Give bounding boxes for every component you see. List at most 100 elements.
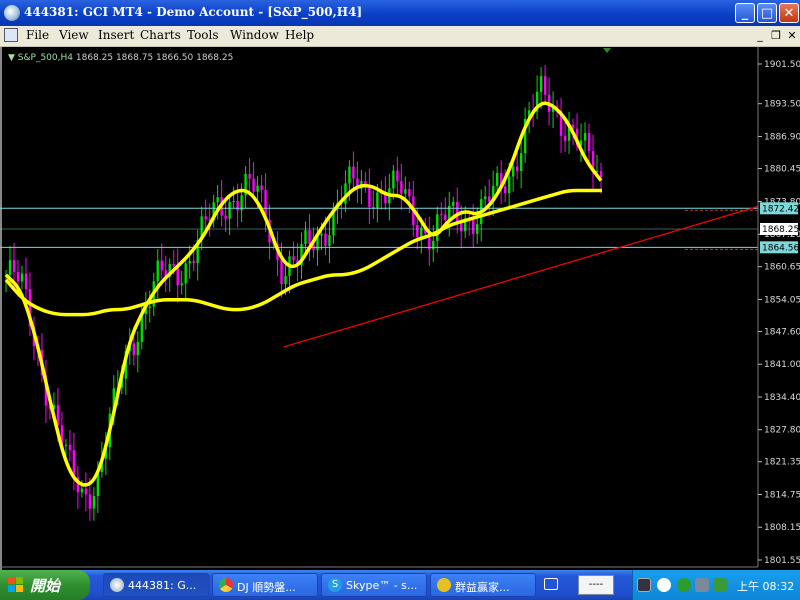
price-tick-label: 1854.05 — [764, 295, 800, 305]
menu-file[interactable]: File — [26, 28, 49, 42]
price-tick-label: 1880.45 — [764, 164, 800, 174]
candle-body — [12, 260, 16, 273]
price-label-text: 1864.56 — [762, 243, 799, 253]
candle-body — [8, 260, 12, 275]
candle-body — [432, 240, 435, 250]
price-label-level-b: 1864.56 — [760, 241, 799, 254]
maximize-button[interactable]: □ — [757, 3, 777, 23]
ma-fast-line — [4, 101, 603, 487]
trendline — [283, 205, 759, 348]
task-chrome[interactable]: DJ 順勢盤... — [212, 573, 318, 597]
candle-body — [352, 166, 355, 179]
candle-body — [80, 488, 84, 493]
security-icon[interactable] — [713, 578, 727, 592]
candle-body — [20, 273, 24, 282]
chart-shift-marker[interactable] — [603, 48, 611, 53]
candle-body — [192, 261, 195, 264]
keyboard-icon[interactable] — [544, 578, 558, 590]
candle-body — [599, 170, 603, 177]
capital-app-icon — [437, 578, 451, 592]
task-skype[interactable]: S Skype™ - s... — [321, 573, 427, 597]
chart-ohlc: 1868.25 1868.75 1866.50 1868.25 — [75, 53, 234, 63]
menu-insert[interactable]: Insert — [98, 28, 134, 42]
expand-arrow-icon[interactable]: ▼ — [8, 53, 18, 63]
price-labels: 1872.42 1868.25 1864.56 — [760, 202, 799, 254]
candle-body — [376, 192, 379, 209]
task-capital[interactable]: 群益贏家... — [430, 573, 536, 597]
candle-body — [260, 185, 263, 191]
candle-body — [396, 170, 399, 182]
ma-slow-line — [4, 188, 602, 317]
price-chart[interactable]: 1901.501893.501886.901880.451873.801867.… — [0, 47, 800, 570]
mdi-close-button[interactable]: ✕ — [784, 28, 800, 43]
menu-charts[interactable]: Charts — [140, 28, 181, 42]
candle-body — [64, 444, 68, 446]
candle-body — [280, 259, 283, 285]
candle-body — [495, 173, 499, 186]
candle-body — [483, 196, 487, 200]
price-tick-label: 1893.50 — [764, 100, 800, 110]
candle-body — [328, 235, 331, 246]
candle-body — [184, 263, 187, 284]
candle-body — [400, 181, 403, 194]
candle-body — [236, 200, 239, 211]
app-icon[interactable] — [4, 5, 20, 21]
close-button[interactable]: ✕ — [779, 3, 799, 23]
clock: 上午 08:32 — [737, 580, 795, 593]
candle-body — [452, 201, 455, 206]
mt4-icon — [110, 578, 124, 592]
candle-body — [304, 230, 307, 244]
candle-body — [456, 201, 459, 223]
chart-symbol: S&P_500,H4 — [17, 53, 73, 63]
mdi-minimize-button[interactable]: _ — [752, 28, 768, 43]
candle-body — [416, 224, 419, 237]
price-tick-label: 1886.90 — [764, 132, 800, 142]
price-label-text: 1868.25 — [762, 225, 799, 235]
candle-body — [320, 233, 323, 236]
language-indicator[interactable]: ---- — [578, 575, 614, 595]
candle-body — [408, 189, 411, 197]
minimize-button[interactable]: _ — [735, 3, 755, 23]
menu-bar: File View Insert Charts Tools Window Hel… — [0, 26, 800, 47]
candle-body — [232, 200, 235, 202]
chrome-icon — [219, 578, 233, 592]
document-icon[interactable] — [4, 28, 18, 42]
price-tick-label: 1808.15 — [764, 523, 800, 533]
price-tick-label: 1860.65 — [764, 263, 800, 273]
candle-body — [511, 166, 515, 177]
candle-body — [252, 178, 255, 192]
price-tick-label: 1847.60 — [764, 327, 800, 337]
task-label: DJ 順勢盤... — [237, 581, 296, 594]
candle-body — [519, 153, 523, 171]
skype-icon: S — [328, 578, 342, 592]
candle-body — [216, 197, 219, 203]
price-tick-label: 1801.55 — [764, 556, 800, 566]
candle-body — [460, 222, 463, 232]
menu-window[interactable]: Window — [230, 28, 279, 42]
task-label: 群益贏家... — [455, 581, 510, 594]
candle-body — [160, 260, 163, 271]
system-tray: 上午 08:32 — [632, 570, 800, 600]
taskbar: 開始 444381: G... DJ 順勢盤... S Skype™ - s..… — [0, 570, 800, 600]
candle-body — [308, 230, 311, 244]
candle-body — [256, 185, 259, 192]
task-mt4[interactable]: 444381: G... — [103, 573, 209, 597]
candle-body — [292, 256, 295, 261]
candle-body — [404, 189, 407, 194]
candle-body — [444, 214, 447, 221]
mdi-restore-button[interactable]: ❐ — [768, 28, 784, 43]
candle-body — [180, 283, 183, 286]
candle-body — [539, 76, 543, 92]
menu-view[interactable]: View — [59, 28, 89, 42]
check-icon[interactable] — [677, 578, 691, 592]
price-label-level-a: 1872.42 — [760, 202, 799, 215]
power-icon[interactable] — [637, 578, 651, 592]
network-icon[interactable] — [695, 578, 709, 592]
start-button[interactable]: 開始 — [0, 570, 90, 600]
candle-body — [583, 133, 587, 141]
candle-body — [92, 496, 96, 509]
candle-body — [503, 186, 507, 194]
menu-help[interactable]: Help — [285, 28, 314, 42]
menu-tools[interactable]: Tools — [187, 28, 219, 42]
chevron-left-icon[interactable] — [657, 578, 671, 592]
